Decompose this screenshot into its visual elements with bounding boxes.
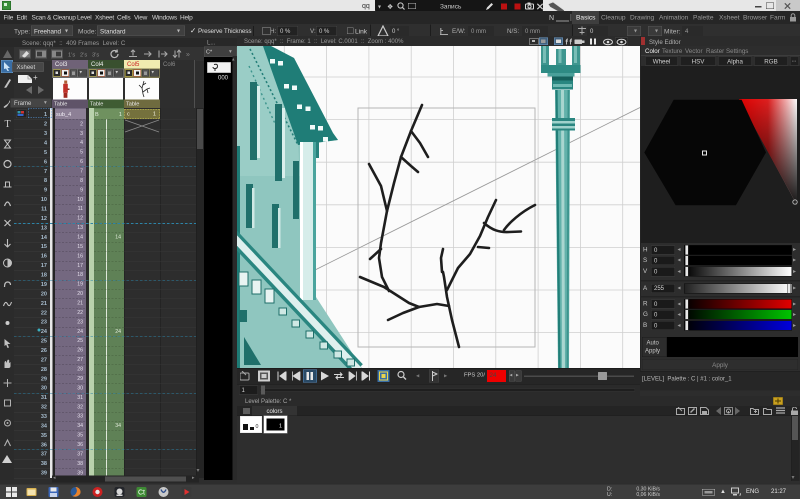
svg-text:T: T bbox=[5, 119, 11, 129]
svg-text:Ct: Ct bbox=[138, 490, 145, 497]
